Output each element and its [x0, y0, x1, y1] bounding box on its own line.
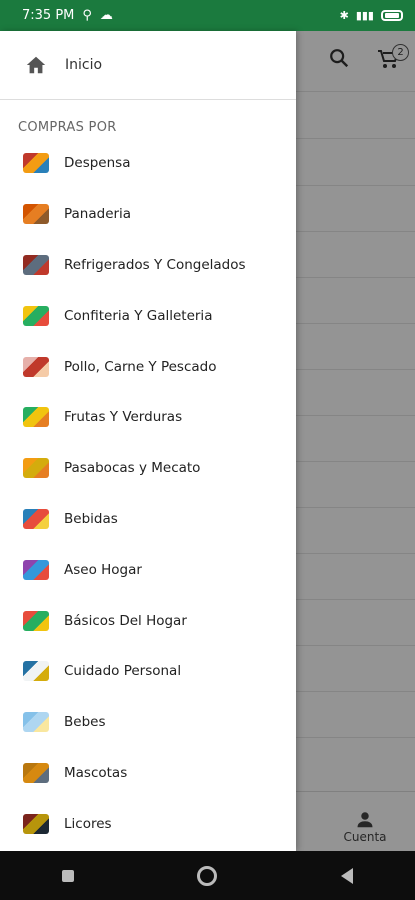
category-thumbnail-icon — [23, 458, 49, 479]
category-label: Bebes — [64, 714, 106, 731]
category-label: Pollo, Carne Y Pescado — [64, 358, 217, 375]
category-thumbnail-icon — [23, 813, 49, 834]
category-item[interactable]: Mascotas — [0, 748, 296, 799]
category-thumbnail-icon — [23, 610, 49, 631]
category-item[interactable]: Bebidas — [0, 494, 296, 545]
drawer-item-inicio-label: Inicio — [65, 57, 103, 73]
section-title: COMPRAS POR — [18, 120, 117, 135]
category-thumbnail-icon — [23, 407, 49, 428]
category-item[interactable]: Confiteria Y Galleteria — [0, 290, 296, 341]
category-thumbnail-icon — [23, 356, 49, 377]
category-label: Panaderia — [64, 206, 132, 223]
signal-icon: ▮▮▮ — [355, 9, 374, 22]
back-button[interactable] — [341, 867, 354, 884]
category-item[interactable]: Aseo Hogar — [0, 544, 296, 595]
category-label: Frutas Y Verduras — [64, 409, 183, 426]
category-label: Refrigerados Y Congelados — [64, 256, 246, 273]
category-label: Licores — [64, 815, 112, 832]
category-label: Mascotas — [64, 764, 128, 781]
category-label: Despensa — [64, 155, 131, 172]
battery-icon — [381, 10, 403, 21]
category-label: Aseo Hogar — [64, 561, 142, 578]
category-thumbnail-icon — [23, 661, 49, 682]
category-thumbnail-icon — [23, 508, 49, 529]
category-thumbnail-icon — [23, 305, 49, 326]
category-list: Despensa Panaderia Refrigerados Y Congelad… — [0, 138, 296, 849]
category-item[interactable]: Frutas Y Verduras — [0, 392, 296, 443]
category-item[interactable]: Bebes — [0, 697, 296, 748]
category-label: Básicos Del Hogar — [64, 612, 187, 629]
category-thumbnail-icon — [23, 204, 49, 225]
category-item[interactable]: Pasabocas y Mecato — [0, 443, 296, 494]
category-item[interactable]: Cuidado Personal — [0, 646, 296, 697]
category-item[interactable]: Despensa — [0, 138, 296, 189]
category-item[interactable]: Básicos Del Hogar — [0, 595, 296, 646]
recents-button[interactable] — [61, 869, 74, 882]
usb-icon: ⚲ — [82, 8, 92, 23]
status-bar: 7:35 PM ⚲ ☁ ✱ ▮▮▮ — [0, 0, 415, 31]
category-thumbnail-icon — [23, 559, 49, 580]
status-time: 7:35 PM — [22, 8, 75, 23]
category-thumbnail-icon — [23, 712, 49, 733]
category-item[interactable]: Licores — [0, 798, 296, 849]
category-thumbnail-icon — [23, 762, 49, 783]
category-item[interactable]: Pollo, Carne Y Pescado — [0, 341, 296, 392]
category-label: Cuidado Personal — [64, 663, 182, 680]
drawer-item-inicio[interactable]: Inicio — [0, 31, 296, 100]
category-thumbnail-icon — [23, 254, 49, 275]
home-button[interactable] — [197, 865, 218, 886]
category-label: Bebidas — [64, 510, 118, 527]
category-item[interactable]: Refrigerados Y Congelados — [0, 240, 296, 291]
category-label: Confiteria Y Galleteria — [64, 307, 213, 324]
navigation-drawer: Inicio COMPRAS POR Despensa Panaderia Refr… — [0, 31, 296, 851]
category-thumbnail-icon — [23, 153, 49, 174]
category-item[interactable]: Panaderia — [0, 189, 296, 240]
category-label: Pasabocas y Mecato — [64, 460, 201, 477]
bluetooth-icon: ✱ — [339, 9, 349, 22]
home-icon — [26, 56, 46, 74]
system-nav-bar — [0, 851, 415, 900]
cloud-icon: ☁ — [99, 8, 113, 23]
